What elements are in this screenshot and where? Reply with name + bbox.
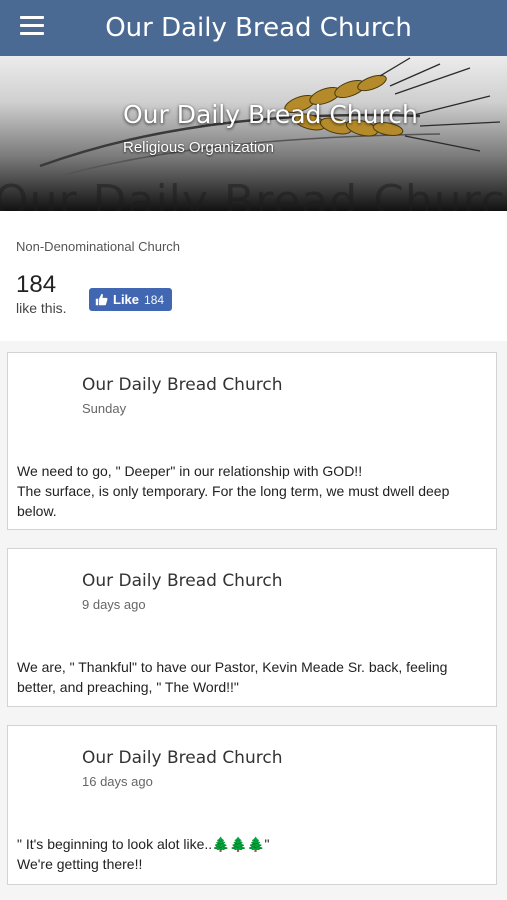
post-card: Our Daily Bread Church Sunday We need to… — [7, 352, 497, 530]
post-text: We need to go, " Deeper" in our relation… — [17, 463, 450, 519]
like-button-count: 184 — [144, 292, 165, 307]
post-author[interactable]: Our Daily Bread Church — [82, 571, 282, 591]
like-button[interactable]: Like 184 — [89, 288, 173, 311]
post-author[interactable]: Our Daily Bread Church — [82, 375, 282, 395]
post-timestamp[interactable]: 9 days ago — [82, 597, 146, 612]
like-button-label: Like — [113, 292, 140, 307]
post-timestamp[interactable]: 16 days ago — [82, 774, 153, 789]
cover-page-name[interactable]: Our Daily Bread Church — [123, 100, 418, 129]
post-timestamp[interactable]: Sunday — [82, 401, 126, 416]
thumbs-up-icon — [95, 293, 108, 306]
cover-ghost-text: Our Daily Bread Church — [0, 176, 507, 211]
likes-count: 184 — [16, 271, 57, 298]
post-card: Our Daily Bread Church 9 days ago We are… — [7, 548, 497, 707]
cover-photo: Our Daily Bread Church Our Daily Bread C… — [0, 56, 507, 211]
post-card: Our Daily Bread Church 16 days ago " It'… — [7, 725, 497, 885]
page-title: Our Daily Bread Church — [105, 13, 412, 43]
post-text: " It's beginning to look alot like..🌲🌲🌲"… — [17, 836, 270, 872]
cover-category: Religious Organization — [123, 139, 274, 156]
about-text: Non-Denominational Church — [16, 239, 181, 254]
post-author[interactable]: Our Daily Bread Church — [82, 748, 282, 768]
top-bar: Our Daily Bread Church — [0, 0, 507, 56]
post-text: We are, " Thankful" to have our Pastor, … — [17, 659, 448, 695]
likes-label: like this. — [16, 300, 67, 316]
page-info: Non-Denominational Church 184 like this.… — [0, 211, 507, 341]
